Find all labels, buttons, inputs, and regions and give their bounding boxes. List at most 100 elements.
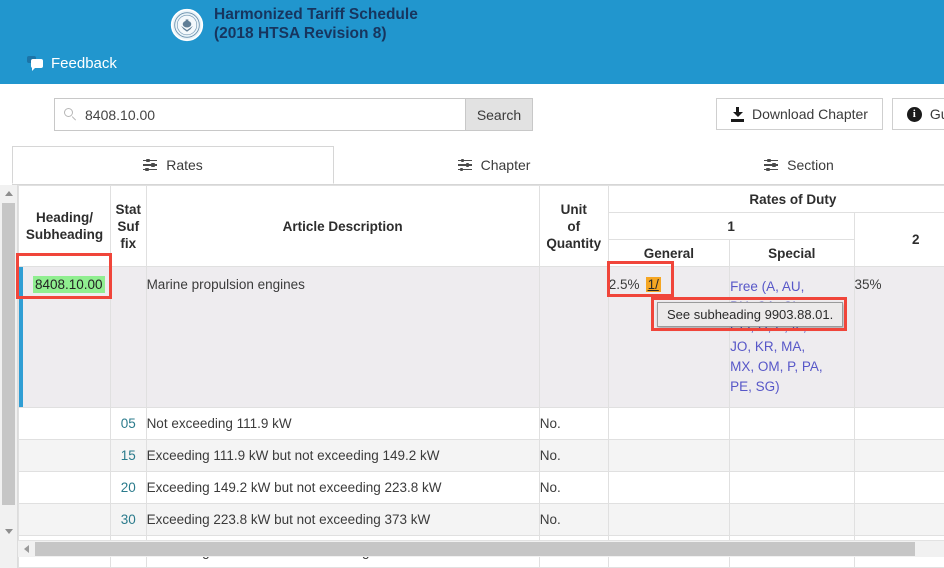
tab-rates[interactable]: Rates xyxy=(12,146,334,184)
cell-unit-of-quantity: No. xyxy=(539,440,608,472)
col-header-unit-of-quantity: Unit of Quantity xyxy=(539,186,608,267)
cell-stat-suffix[interactable]: 05 xyxy=(111,408,147,440)
table-row[interactable]: 15 Exceeding 111.9 kW but not exceeding … xyxy=(19,440,944,472)
footnote-tooltip: See subheading 9903.88.01. xyxy=(657,302,843,327)
cell-rate-2 xyxy=(854,504,944,536)
brand-block: Harmonized Tariff Schedule (2018 HTSA Re… xyxy=(170,0,500,48)
scroll-left-button[interactable] xyxy=(18,541,34,557)
tab-chapter-label: Chapter xyxy=(481,157,531,173)
cell-special-rate xyxy=(730,472,854,504)
vertical-scrollbar[interactable] xyxy=(0,185,18,568)
cell-stat-suffix[interactable]: 15 xyxy=(111,440,147,472)
download-chapter-button[interactable]: Download Chapter xyxy=(716,98,883,130)
cell-heading-code[interactable]: 8408.10.00 xyxy=(19,267,111,408)
search-button[interactable]: Search xyxy=(465,99,532,130)
cell-general-rate xyxy=(608,472,729,504)
cell-stat-suffix[interactable]: 20 xyxy=(111,472,147,504)
unit-line-2: of xyxy=(567,219,580,234)
selected-row-marker xyxy=(19,267,23,407)
cell-article-description: Exceeding 111.9 kW but not exceeding 149… xyxy=(146,440,539,472)
tariff-table: Heading/ Subheading Stat Suf fix Article… xyxy=(18,185,944,568)
col-header-article-description: Article Description xyxy=(146,186,539,267)
col-header-heading-subheading: Heading/ Subheading xyxy=(19,186,111,267)
cell-article-description: Not exceeding 111.9 kW xyxy=(146,408,539,440)
htsa-app-window: Harmonized Tariff Schedule (2018 HTSA Re… xyxy=(0,0,944,568)
table-row[interactable]: 20 Exceeding 149.2 kW but not exceeding … xyxy=(19,472,944,504)
cell-general-rate xyxy=(608,504,729,536)
cell-special-rate: Free (A, AU, BH, CA, CL, CO, D, E, IL, J… xyxy=(730,267,854,408)
us-itc-seal-icon xyxy=(170,8,204,42)
title-line-2: (2018 HTSA Revision 8) xyxy=(214,24,418,43)
list-lines-icon xyxy=(143,160,157,171)
stat-line-1: Stat xyxy=(116,202,142,217)
col-header-rates-of-duty: Rates of Duty xyxy=(608,186,944,213)
general-rate-value: 2.5% xyxy=(609,277,640,292)
heading-line-2: Subheading xyxy=(26,227,103,242)
download-chapter-label: Download Chapter xyxy=(752,106,868,122)
table-row-main[interactable]: 8408.10.00 Marine propulsion engines 2.5… xyxy=(19,267,944,408)
tab-chapter[interactable]: Chapter xyxy=(334,146,654,184)
horizontal-scrollbar[interactable] xyxy=(18,540,944,557)
cell-heading-code xyxy=(19,504,111,536)
tariff-table-panel: Heading/ Subheading Stat Suf fix Article… xyxy=(18,185,944,568)
cell-article-description: Marine propulsion engines xyxy=(146,267,539,408)
tab-section-label: Section xyxy=(787,157,834,173)
search-input-value: 8408.10.00 xyxy=(85,107,155,123)
speech-bubble-icon xyxy=(27,56,44,71)
cell-stat-suffix xyxy=(111,267,147,408)
table-row[interactable]: 30 Exceeding 223.8 kW but not exceeding … xyxy=(19,504,944,536)
cell-unit-of-quantity: No. xyxy=(539,408,608,440)
stat-line-2: Suf xyxy=(117,219,139,234)
unit-line-3: Quantity xyxy=(546,236,601,251)
cell-rate-2 xyxy=(854,472,944,504)
cell-unit-of-quantity: No. xyxy=(539,472,608,504)
feedback-button[interactable]: Feedback xyxy=(27,52,117,74)
table-header: Heading/ Subheading Stat Suf fix Article… xyxy=(19,186,944,267)
cell-general-rate xyxy=(608,440,729,472)
col-header-stat-suffix: Stat Suf fix xyxy=(111,186,147,267)
cell-unit-of-quantity xyxy=(539,267,608,408)
heading-line-1: Heading/ xyxy=(36,210,93,225)
guide-label: Guide xyxy=(930,106,944,122)
col-header-tier-2: 2 xyxy=(854,213,944,267)
vertical-scrollbar-thumb[interactable] xyxy=(2,203,15,505)
special-line-6: PE, SG) xyxy=(730,379,780,394)
footnote-marker[interactable]: 1/ xyxy=(646,277,661,292)
col-header-tier-1: 1 xyxy=(608,213,854,240)
cell-article-description: Exceeding 223.8 kW but not exceeding 373… xyxy=(146,504,539,536)
col-header-special: Special xyxy=(730,240,854,267)
page-banner: Harmonized Tariff Schedule (2018 HTSA Re… xyxy=(0,0,944,84)
scroll-down-button[interactable] xyxy=(0,523,17,540)
tab-section[interactable]: Section xyxy=(654,146,944,184)
cell-unit-of-quantity: No. xyxy=(539,504,608,536)
cell-heading-code xyxy=(19,472,111,504)
magnifier-icon xyxy=(64,108,77,121)
stat-line-3: fix xyxy=(120,236,136,251)
cell-general-rate xyxy=(608,408,729,440)
info-circle-icon: i xyxy=(907,107,922,122)
cell-rate-2 xyxy=(854,408,944,440)
cell-stat-suffix[interactable]: 30 xyxy=(111,504,147,536)
list-lines-icon xyxy=(764,160,778,171)
cell-rate-2 xyxy=(854,440,944,472)
search-input[interactable]: 8408.10.00 xyxy=(55,99,465,130)
view-tabs: Rates Chapter Section xyxy=(12,146,944,185)
col-header-general: General xyxy=(608,240,729,267)
cell-special-rate xyxy=(730,408,854,440)
cell-special-rate xyxy=(730,440,854,472)
guide-button[interactable]: i Guide xyxy=(892,98,944,130)
horizontal-scrollbar-thumb[interactable] xyxy=(35,542,915,556)
special-line-5: MX, OM, P, PA, xyxy=(730,359,823,374)
list-lines-icon xyxy=(458,160,472,171)
cell-heading-code xyxy=(19,408,111,440)
scroll-up-button[interactable] xyxy=(0,185,17,202)
cell-heading-code xyxy=(19,440,111,472)
page-title: Harmonized Tariff Schedule (2018 HTSA Re… xyxy=(214,5,418,43)
cell-general-rate: 2.5% 1/ xyxy=(608,267,729,408)
cell-rate-2: 35% xyxy=(854,267,944,408)
table-row[interactable]: 05 Not exceeding 111.9 kW No. xyxy=(19,408,944,440)
special-line-4: JO, KR, MA, xyxy=(730,339,805,354)
download-arrow-icon xyxy=(731,107,744,121)
tab-rates-label: Rates xyxy=(166,157,203,173)
feedback-label: Feedback xyxy=(51,55,117,72)
